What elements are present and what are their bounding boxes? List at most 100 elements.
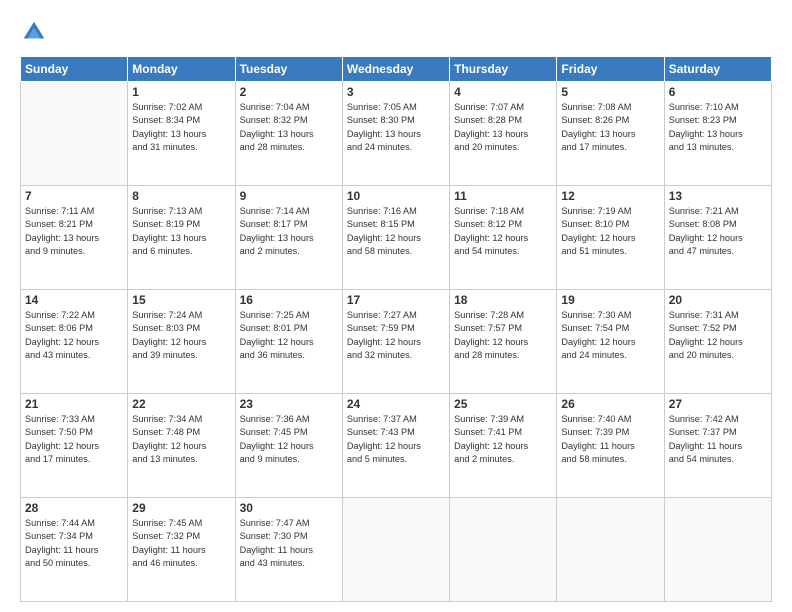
calendar-cell: 27 Sunrise: 7:42 AMSunset: 7:37 PMDayligh… bbox=[664, 394, 771, 498]
day-number: 26 bbox=[561, 397, 659, 411]
calendar-cell: 5 Sunrise: 7:08 AMSunset: 8:26 PMDaylight… bbox=[557, 82, 664, 186]
day-info: Sunrise: 7:28 AMSunset: 7:57 PMDaylight:… bbox=[454, 309, 552, 362]
day-info: Sunrise: 7:08 AMSunset: 8:26 PMDaylight:… bbox=[561, 101, 659, 154]
day-number: 28 bbox=[25, 501, 123, 515]
calendar-cell bbox=[557, 498, 664, 602]
calendar-cell: 3 Sunrise: 7:05 AMSunset: 8:30 PMDaylight… bbox=[342, 82, 449, 186]
calendar-cell: 24 Sunrise: 7:37 AMSunset: 7:43 PMDayligh… bbox=[342, 394, 449, 498]
calendar-cell: 23 Sunrise: 7:36 AMSunset: 7:45 PMDayligh… bbox=[235, 394, 342, 498]
day-number: 29 bbox=[132, 501, 230, 515]
day-info: Sunrise: 7:18 AMSunset: 8:12 PMDaylight:… bbox=[454, 205, 552, 258]
day-info: Sunrise: 7:19 AMSunset: 8:10 PMDaylight:… bbox=[561, 205, 659, 258]
day-info: Sunrise: 7:07 AMSunset: 8:28 PMDaylight:… bbox=[454, 101, 552, 154]
day-info: Sunrise: 7:11 AMSunset: 8:21 PMDaylight:… bbox=[25, 205, 123, 258]
calendar-cell: 16 Sunrise: 7:25 AMSunset: 8:01 PMDayligh… bbox=[235, 290, 342, 394]
calendar-cell: 6Sunrise: 7:10 AMSunset: 8:23 PMDaylight… bbox=[664, 82, 771, 186]
day-info: Sunrise: 7:39 AMSunset: 7:41 PMDaylight:… bbox=[454, 413, 552, 466]
calendar-cell: 7 Sunrise: 7:11 AMSunset: 8:21 PMDaylight… bbox=[21, 186, 128, 290]
day-info: Sunrise: 7:40 AMSunset: 7:39 PMDaylight:… bbox=[561, 413, 659, 466]
calendar-cell: 19 Sunrise: 7:30 AMSunset: 7:54 PMDayligh… bbox=[557, 290, 664, 394]
calendar-day-header: Monday bbox=[128, 57, 235, 82]
day-number: 8 bbox=[132, 189, 230, 203]
calendar-day-header: Wednesday bbox=[342, 57, 449, 82]
day-info: Sunrise: 7:42 AMSunset: 7:37 PMDaylight:… bbox=[669, 413, 767, 466]
calendar-week-row: 21 Sunrise: 7:33 AMSunset: 7:50 PMDayligh… bbox=[21, 394, 772, 498]
day-info: Sunrise: 7:47 AMSunset: 7:30 PMDaylight:… bbox=[240, 517, 338, 570]
logo bbox=[20, 18, 52, 46]
calendar-cell bbox=[664, 498, 771, 602]
day-info: Sunrise: 7:14 AMSunset: 8:17 PMDaylight:… bbox=[240, 205, 338, 258]
day-info: Sunrise: 7:37 AMSunset: 7:43 PMDaylight:… bbox=[347, 413, 445, 466]
calendar-week-row: 28 Sunrise: 7:44 AMSunset: 7:34 PMDayligh… bbox=[21, 498, 772, 602]
day-number: 24 bbox=[347, 397, 445, 411]
day-number: 7 bbox=[25, 189, 123, 203]
day-number: 11 bbox=[454, 189, 552, 203]
day-number: 16 bbox=[240, 293, 338, 307]
calendar-cell: 8Sunrise: 7:13 AMSunset: 8:19 PMDaylight… bbox=[128, 186, 235, 290]
calendar-cell: 17 Sunrise: 7:27 AMSunset: 7:59 PMDayligh… bbox=[342, 290, 449, 394]
calendar-day-header: Friday bbox=[557, 57, 664, 82]
day-number: 27 bbox=[669, 397, 767, 411]
day-number: 15 bbox=[132, 293, 230, 307]
day-number: 30 bbox=[240, 501, 338, 515]
day-info: Sunrise: 7:36 AMSunset: 7:45 PMDaylight:… bbox=[240, 413, 338, 466]
calendar-cell bbox=[21, 82, 128, 186]
day-info: Sunrise: 7:02 AMSunset: 8:34 PMDaylight:… bbox=[132, 101, 230, 154]
day-number: 13 bbox=[669, 189, 767, 203]
calendar-cell bbox=[450, 498, 557, 602]
day-number: 10 bbox=[347, 189, 445, 203]
day-number: 19 bbox=[561, 293, 659, 307]
calendar-cell: 28 Sunrise: 7:44 AMSunset: 7:34 PMDayligh… bbox=[21, 498, 128, 602]
calendar-cell: 29 Sunrise: 7:45 AMSunset: 7:32 PMDayligh… bbox=[128, 498, 235, 602]
calendar-cell: 9Sunrise: 7:14 AMSunset: 8:17 PMDaylight… bbox=[235, 186, 342, 290]
logo-icon bbox=[20, 18, 48, 46]
day-number: 21 bbox=[25, 397, 123, 411]
day-info: Sunrise: 7:31 AMSunset: 7:52 PMDaylight:… bbox=[669, 309, 767, 362]
calendar-week-row: 1Sunrise: 7:02 AMSunset: 8:34 PMDaylight… bbox=[21, 82, 772, 186]
day-info: Sunrise: 7:24 AMSunset: 8:03 PMDaylight:… bbox=[132, 309, 230, 362]
day-number: 20 bbox=[669, 293, 767, 307]
calendar-table: SundayMondayTuesdayWednesdayThursdayFrid… bbox=[20, 56, 772, 602]
calendar-cell: 15 Sunrise: 7:24 AMSunset: 8:03 PMDayligh… bbox=[128, 290, 235, 394]
calendar-cell: 1Sunrise: 7:02 AMSunset: 8:34 PMDaylight… bbox=[128, 82, 235, 186]
calendar-cell: 14Sunrise: 7:22 AMSunset: 8:06 PMDayligh… bbox=[21, 290, 128, 394]
calendar-cell bbox=[342, 498, 449, 602]
calendar-cell: 12 Sunrise: 7:19 AMSunset: 8:10 PMDayligh… bbox=[557, 186, 664, 290]
day-info: Sunrise: 7:25 AMSunset: 8:01 PMDaylight:… bbox=[240, 309, 338, 362]
day-info: Sunrise: 7:10 AMSunset: 8:23 PMDaylight:… bbox=[669, 101, 767, 154]
calendar-day-header: Tuesday bbox=[235, 57, 342, 82]
day-number: 17 bbox=[347, 293, 445, 307]
day-number: 25 bbox=[454, 397, 552, 411]
day-info: Sunrise: 7:30 AMSunset: 7:54 PMDaylight:… bbox=[561, 309, 659, 362]
day-number: 14 bbox=[25, 293, 123, 307]
day-info: Sunrise: 7:33 AMSunset: 7:50 PMDaylight:… bbox=[25, 413, 123, 466]
calendar-header-row: SundayMondayTuesdayWednesdayThursdayFrid… bbox=[21, 57, 772, 82]
calendar-day-header: Sunday bbox=[21, 57, 128, 82]
calendar-cell: 22Sunrise: 7:34 AMSunset: 7:48 PMDayligh… bbox=[128, 394, 235, 498]
day-info: Sunrise: 7:05 AMSunset: 8:30 PMDaylight:… bbox=[347, 101, 445, 154]
calendar-cell: 18 Sunrise: 7:28 AMSunset: 7:57 PMDayligh… bbox=[450, 290, 557, 394]
day-number: 22 bbox=[132, 397, 230, 411]
day-info: Sunrise: 7:16 AMSunset: 8:15 PMDaylight:… bbox=[347, 205, 445, 258]
day-number: 4 bbox=[454, 85, 552, 99]
calendar-week-row: 14Sunrise: 7:22 AMSunset: 8:06 PMDayligh… bbox=[21, 290, 772, 394]
day-info: Sunrise: 7:21 AMSunset: 8:08 PMDaylight:… bbox=[669, 205, 767, 258]
calendar-cell: 30 Sunrise: 7:47 AMSunset: 7:30 PMDayligh… bbox=[235, 498, 342, 602]
day-number: 18 bbox=[454, 293, 552, 307]
day-info: Sunrise: 7:27 AMSunset: 7:59 PMDaylight:… bbox=[347, 309, 445, 362]
day-number: 12 bbox=[561, 189, 659, 203]
day-info: Sunrise: 7:45 AMSunset: 7:32 PMDaylight:… bbox=[132, 517, 230, 570]
calendar-cell: 26 Sunrise: 7:40 AMSunset: 7:39 PMDayligh… bbox=[557, 394, 664, 498]
calendar-day-header: Thursday bbox=[450, 57, 557, 82]
calendar-week-row: 7 Sunrise: 7:11 AMSunset: 8:21 PMDaylight… bbox=[21, 186, 772, 290]
day-info: Sunrise: 7:44 AMSunset: 7:34 PMDaylight:… bbox=[25, 517, 123, 570]
day-number: 5 bbox=[561, 85, 659, 99]
calendar-day-header: Saturday bbox=[664, 57, 771, 82]
calendar-cell: 20 Sunrise: 7:31 AMSunset: 7:52 PMDayligh… bbox=[664, 290, 771, 394]
day-number: 3 bbox=[347, 85, 445, 99]
calendar-cell: 13 Sunrise: 7:21 AMSunset: 8:08 PMDayligh… bbox=[664, 186, 771, 290]
calendar-cell: 21 Sunrise: 7:33 AMSunset: 7:50 PMDayligh… bbox=[21, 394, 128, 498]
day-number: 2 bbox=[240, 85, 338, 99]
day-number: 23 bbox=[240, 397, 338, 411]
calendar-cell: 4 Sunrise: 7:07 AMSunset: 8:28 PMDaylight… bbox=[450, 82, 557, 186]
